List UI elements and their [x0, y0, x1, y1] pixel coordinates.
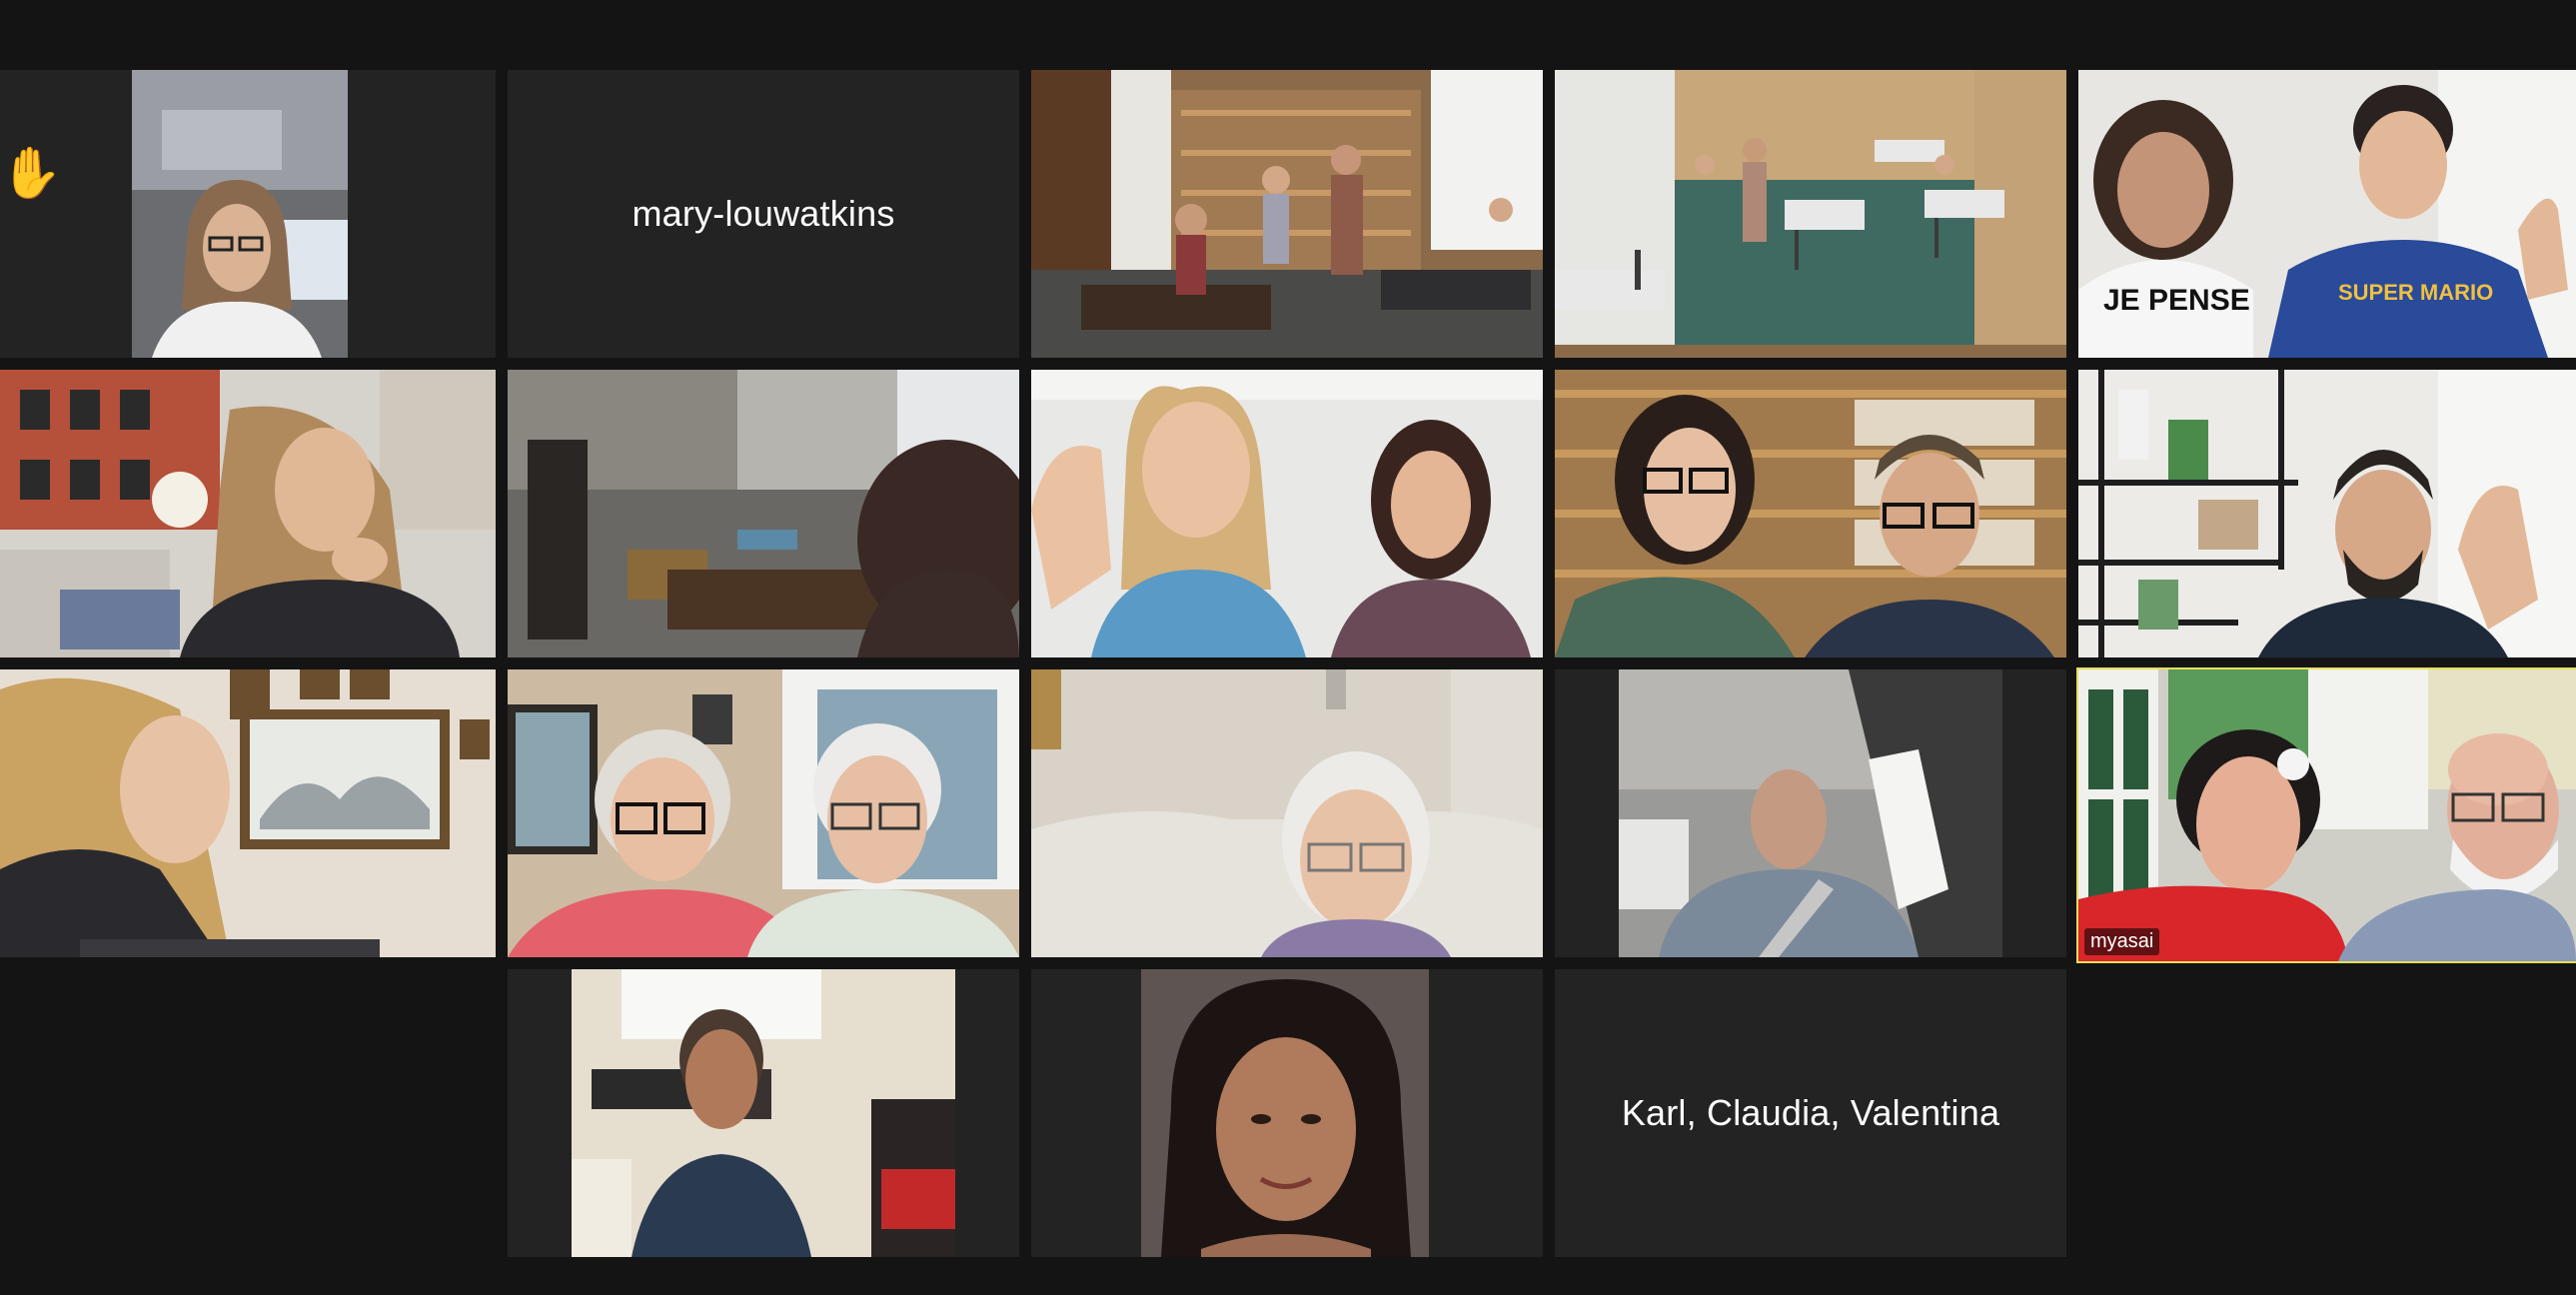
participant-video: [1031, 370, 1543, 657]
participant-video: [0, 669, 496, 957]
participant-video: [1555, 70, 2066, 358]
participant-tile[interactable]: ✋: [0, 70, 496, 358]
participant-video: [0, 370, 496, 657]
participant-tile[interactable]: [1031, 669, 1543, 957]
participant-name: Karl, Claudia, Valentina: [1621, 1092, 2000, 1133]
participant-video: [1031, 70, 1543, 358]
participant-video: [572, 969, 955, 1257]
raised-hand-icon: ✋: [0, 145, 63, 201]
participant-tile[interactable]: [0, 669, 496, 957]
participant-video: [1555, 370, 2066, 657]
participant-tile[interactable]: [2078, 370, 2576, 657]
video-gallery: ✋ mary-louwatkins JE PENSE SUPER MARIO m…: [0, 0, 2576, 1295]
participant-tile[interactable]: [508, 969, 1019, 1257]
participant-video: JE PENSE SUPER MARIO: [2078, 70, 2576, 358]
participant-video: [508, 370, 1019, 657]
participant-video: [508, 669, 1019, 957]
participant-video: [132, 70, 348, 358]
participant-tile[interactable]: [508, 370, 1019, 657]
participant-video: [2078, 370, 2576, 657]
participant-tile[interactable]: JE PENSE SUPER MARIO: [2078, 70, 2576, 358]
participant-video: [1141, 969, 1429, 1257]
participant-name: mary-louwatkins: [632, 193, 895, 234]
svg-text:JE PENSE: JE PENSE: [2103, 284, 2250, 317]
participant-tile[interactable]: Karl, Claudia, Valentina: [1555, 969, 2066, 1257]
participant-tile[interactable]: [0, 370, 496, 657]
participant-video: [2078, 669, 2576, 961]
participant-tile-active-speaker[interactable]: myasai: [2076, 667, 2576, 963]
participant-video: [1619, 669, 2002, 957]
participant-name-tag: myasai: [2084, 928, 2160, 955]
participant-video: [1031, 669, 1543, 957]
participant-tile[interactable]: [1031, 370, 1543, 657]
participant-tile[interactable]: [508, 669, 1019, 957]
participant-tile[interactable]: [1555, 70, 2066, 358]
participant-tile[interactable]: [1031, 969, 1543, 1257]
participant-tile[interactable]: [1031, 70, 1543, 358]
participant-tile[interactable]: [1555, 370, 2066, 657]
participant-tile[interactable]: [1555, 669, 2066, 957]
svg-text:SUPER MARIO: SUPER MARIO: [2338, 280, 2493, 305]
participant-tile[interactable]: mary-louwatkins: [508, 70, 1019, 358]
